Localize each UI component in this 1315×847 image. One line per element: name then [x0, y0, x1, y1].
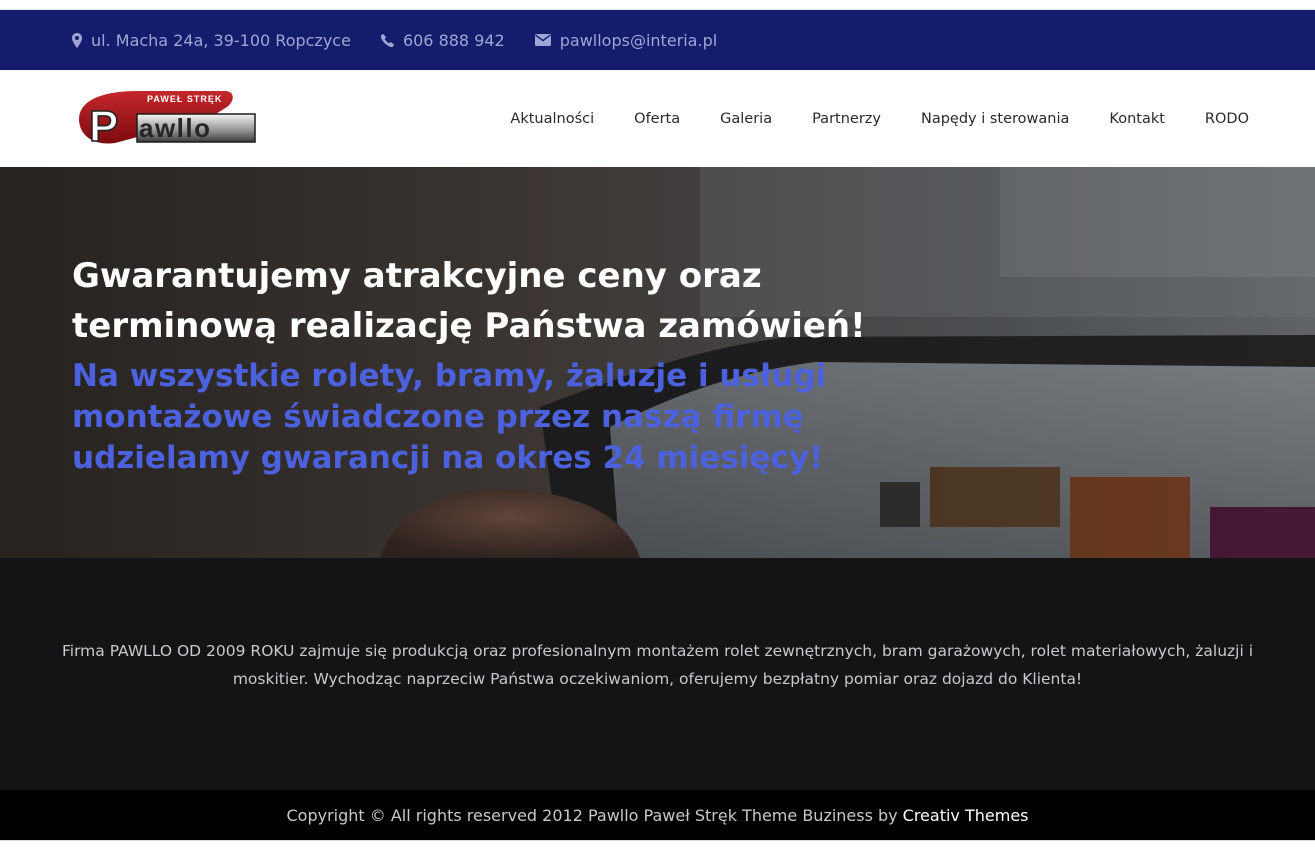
phone-text: 606 888 942	[402, 30, 505, 50]
browser-bottom-strip	[0, 840, 1315, 847]
address-text: ul. Macha 24a, 39-100 Ropczyce	[91, 30, 351, 50]
footer-theme-link[interactable]: Creativ Themes	[903, 806, 1029, 825]
site-footer: Copyright © All rights reserved 2012 Paw…	[0, 790, 1315, 840]
browser-top-strip	[0, 0, 1315, 10]
about-section: Firma PAWLLO OD 2009 ROKU zajmuje się pr…	[0, 558, 1315, 790]
hero-title: Gwarantujemy atrakcyjne ceny oraz termin…	[72, 256, 866, 346]
email-info[interactable]: pawllops@interia.pl	[534, 30, 718, 50]
site-logo[interactable]: PAWEŁ STRĘK P awllo	[75, 89, 257, 147]
nav-item-galeria[interactable]: Galeria	[720, 111, 772, 127]
hero-subtitle: Na wszystkie rolety, bramy, żaluzje i us…	[72, 358, 827, 476]
logo-wordmark: awllo	[139, 113, 212, 143]
main-nav: Aktualności Oferta Galeria Partnerzy Nap…	[470, 70, 1249, 167]
logo-initial-p: P	[89, 102, 118, 147]
nav-item-kontakt[interactable]: Kontakt	[1109, 111, 1165, 127]
hero-banner: Gwarantujemy atrakcyjne ceny oraz termin…	[0, 167, 1315, 558]
about-text: Firma PAWLLO OD 2009 ROKU zajmuje się pr…	[61, 642, 1253, 688]
envelope-icon	[534, 34, 551, 46]
map-marker-icon	[72, 32, 82, 48]
phone-info[interactable]: 606 888 942	[380, 30, 505, 50]
nav-item-rodo[interactable]: RODO	[1205, 111, 1249, 127]
nav-item-partnerzy[interactable]: Partnerzy	[812, 111, 881, 127]
address-info: ul. Macha 24a, 39-100 Ropczyce	[72, 31, 351, 50]
nav-item-oferta[interactable]: Oferta	[634, 111, 680, 127]
footer-copyright: Copyright © All rights reserved 2012 Paw…	[286, 805, 898, 825]
nav-item-aktualnosci[interactable]: Aktualności	[510, 111, 594, 127]
contact-topbar: ul. Macha 24a, 39-100 Ropczyce 606 888 9…	[0, 10, 1315, 70]
nav-item-napedy[interactable]: Napędy i sterowania	[921, 111, 1069, 127]
logo-owner-text: PAWEŁ STRĘK	[147, 94, 222, 104]
site-header: PAWEŁ STRĘK P awllo Aktualności Oferta G…	[0, 70, 1315, 167]
email-text: pawllops@interia.pl	[559, 30, 718, 50]
phone-icon	[380, 33, 394, 47]
